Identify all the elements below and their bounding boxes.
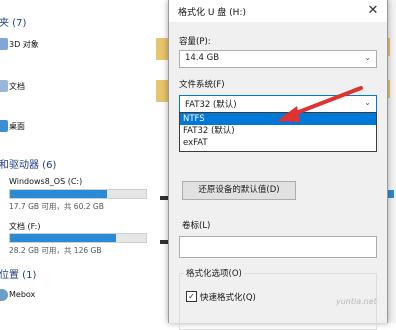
drive-c-name[interactable]: Windows8_OS (C:): [9, 177, 82, 186]
capacity-select[interactable]: 14.4 GB ⌄: [179, 50, 377, 68]
item-documents[interactable]: 文档: [9, 81, 25, 92]
folder-icon: [156, 38, 168, 60]
capacity-label: 容量(P):: [179, 37, 211, 47]
group-header-drives[interactable]: 和驱动器 (6): [0, 156, 56, 171]
capacity-value: 14.4 GB: [185, 53, 220, 63]
drive-f-space: 28.2 GB 可用，共 126 GB: [9, 246, 102, 255]
watermark-text: yuntia.net: [336, 297, 377, 306]
format-options-label: 格式化选项(O): [184, 267, 244, 279]
drive-c-usage-bar: [9, 189, 147, 199]
filesystem-option-exfat[interactable]: exFAT: [180, 137, 376, 149]
drive-f-usage-bar: [9, 233, 147, 243]
documents-icon: [0, 80, 8, 92]
chevron-down-icon: ⌄: [364, 53, 371, 62]
item-desktop[interactable]: 桌面: [9, 121, 25, 132]
folder-icon: [156, 80, 168, 102]
drive-f-usage-fill: [10, 234, 117, 242]
item-mebox[interactable]: Mebox: [9, 290, 35, 299]
restore-defaults-button[interactable]: 还原设备的默认值(D): [182, 181, 296, 200]
3d-objects-icon: [0, 38, 8, 50]
red-arrow-annotation: [277, 86, 363, 122]
dialog-title: 格式化 U 盘 (H:): [178, 8, 246, 18]
volume-label-caption: 卷标(L): [182, 221, 211, 231]
drive-f-name[interactable]: 文档 (F:): [9, 221, 40, 232]
filesystem-option-fat32[interactable]: FAT32 (默认): [180, 125, 376, 137]
network-location-icon: [0, 289, 8, 301]
drive-c-space: 17.7 GB 可用，共 60.2 GB: [9, 202, 104, 211]
dialog-titlebar[interactable]: 格式化 U 盘 (H:) ✕: [169, 0, 387, 22]
filesystem-label: 文件系统(F): [179, 80, 225, 90]
quick-format-checkbox[interactable]: ✓: [186, 291, 197, 302]
close-icon[interactable]: ✕: [365, 3, 381, 19]
group-header-folders[interactable]: 夹 (7): [0, 14, 26, 29]
format-dialog: 格式化 U 盘 (H:) ✕ 容量(P): 14.4 GB ⌄ 文件系统(F) …: [168, 0, 388, 330]
desktop-icon: [0, 120, 8, 132]
group-header-network[interactable]: 位置 (1): [0, 266, 36, 281]
drive-c-usage-fill: [10, 190, 107, 198]
filesystem-value: FAT32 (默认): [185, 100, 237, 110]
volume-label-input[interactable]: [179, 236, 377, 258]
item-3d-objects[interactable]: 3D 对象: [9, 39, 39, 50]
quick-format-label[interactable]: 快速格式化(Q): [200, 291, 256, 303]
